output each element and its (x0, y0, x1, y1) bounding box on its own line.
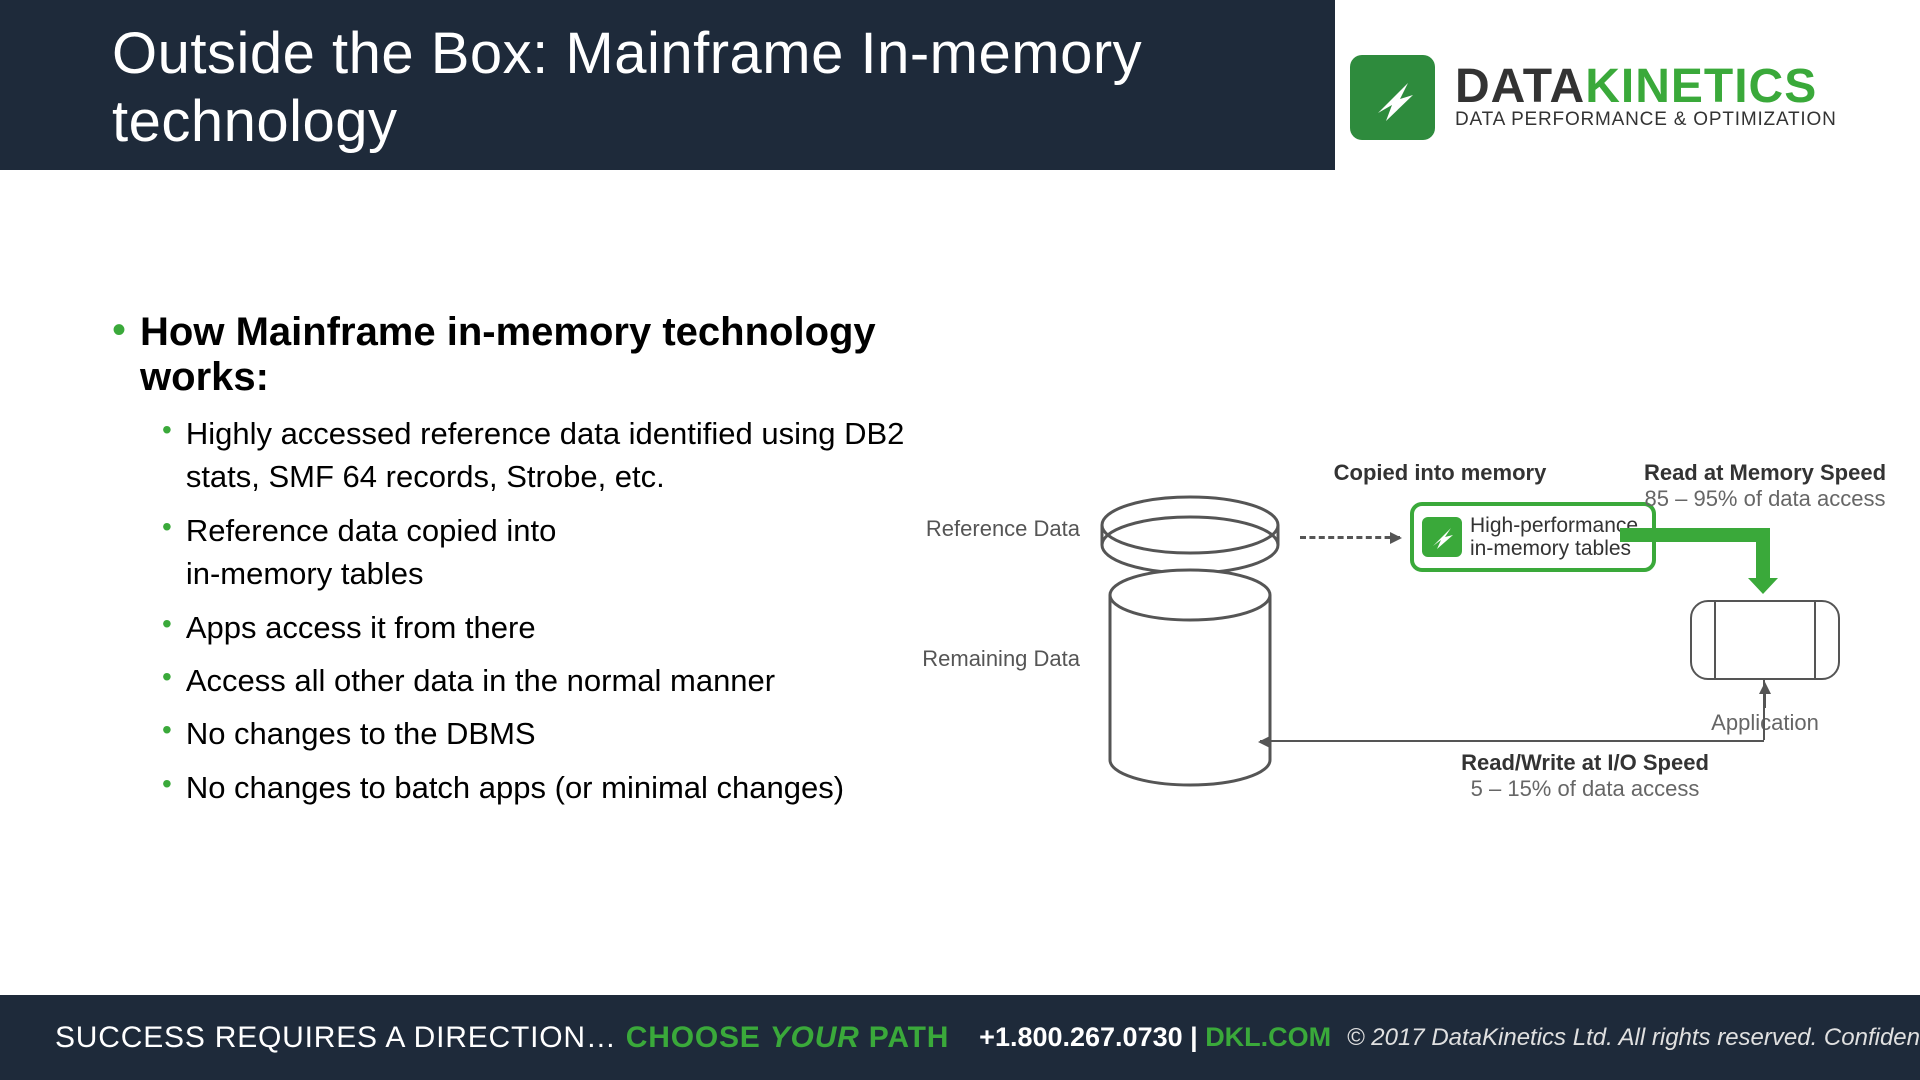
title-bar: Outside the Box: Mainframe In-memory tec… (0, 0, 1335, 170)
read-write-io-label: Read/Write at I/O Speed 5 – 15% of data … (1410, 750, 1760, 802)
remaining-data-label: Remaining Data (920, 646, 1080, 672)
logo-wordmark: DATAKINETICS (1455, 64, 1837, 110)
reference-data-label: Reference Data (920, 516, 1080, 542)
left-arrow-icon (1260, 740, 1764, 742)
company-logo: DATAKINETICS DATA PERFORMANCE & OPTIMIZA… (1350, 55, 1837, 140)
green-arrow-icon (1620, 528, 1770, 542)
green-arrow-down-icon (1756, 528, 1770, 580)
application-label: Application (1690, 710, 1840, 736)
slide-title: Outside the Box: Mainframe In-memory tec… (112, 20, 1335, 157)
logo-icon (1350, 55, 1435, 140)
copied-into-memory-label: Copied into memory (1310, 460, 1570, 486)
footer-copyright: © 2017 DataKinetics Ltd. All rights rese… (1347, 1024, 1920, 1052)
database-icon (1090, 480, 1290, 800)
read-memory-speed-label: Read at Memory Speed 85 – 95% of data ac… (1640, 460, 1890, 512)
list-item: •Apps access it from there (162, 606, 962, 649)
list-item: •Highly accessed reference data identifi… (162, 412, 962, 499)
list-item: •Access all other data in the normal man… (162, 659, 962, 702)
content-area: • How Mainframe in-memory technology wor… (112, 310, 962, 819)
footer-bar: SUCCESS REQUIRES A DIRECTION… CHOOSE YOU… (0, 995, 1920, 1080)
architecture-diagram: Reference Data Remaining Data Copied int… (960, 450, 1860, 830)
arrow-icon (1422, 517, 1462, 557)
list-item: •Reference data copied into in-memory ta… (162, 509, 962, 596)
footer-tagline: SUCCESS REQUIRES A DIRECTION… CHOOSE YOU… (55, 1021, 949, 1055)
logo-tagline: DATA PERFORMANCE & OPTIMIZATION (1455, 109, 1837, 131)
dashed-arrow-icon (1300, 536, 1400, 539)
main-heading: • How Mainframe in-memory technology wor… (112, 310, 962, 400)
list-item: •No changes to the DBMS (162, 712, 962, 755)
application-box (1690, 600, 1840, 680)
footer-contact: +1.800.267.0730 | DKL.COM (979, 1022, 1331, 1053)
list-item: •No changes to batch apps (or minimal ch… (162, 766, 962, 809)
